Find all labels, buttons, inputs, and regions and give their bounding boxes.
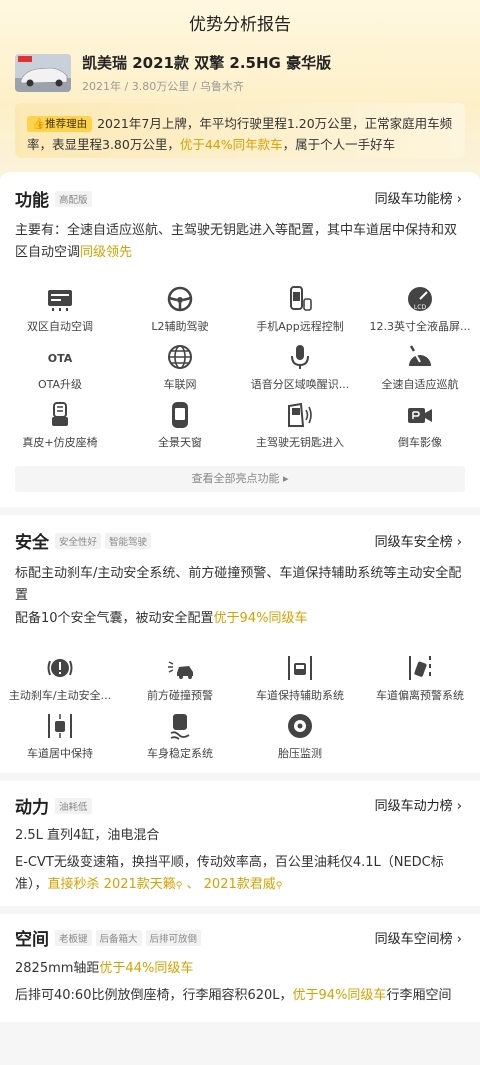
space-trunk: 后排可40:60比例放倒座椅，行李厢容积620L，优于94%同级车行李厢空间 [15, 988, 452, 1003]
feature-item[interactable]: L2辅助驾驶 [120, 284, 240, 334]
brake-icon [47, 659, 73, 677]
car-mileage: 3.80万公里 [131, 80, 190, 93]
safety-title: 安全 安全性好 智能驾驶 [15, 528, 152, 553]
car-meta: 2021年 / 3.80万公里 / 乌鲁木齐 [82, 80, 244, 93]
chevron-right-icon: › [456, 192, 462, 207]
function-tag: 高配版 [55, 191, 92, 207]
space-title: 空间 老板键 后备箱大 后排可放倒 [15, 925, 202, 950]
ota-icon: OTA [48, 352, 73, 365]
safety-item[interactable]: 胎压监测 [240, 711, 360, 761]
climate-icon [48, 290, 72, 311]
power-card: 动力 油耗低 同级车动力榜 › 2.5L 直列4缸，油电混合 E-CVT无级变速箱… [0, 781, 480, 906]
function-title: 功能 高配版 [15, 186, 92, 211]
function-rank-link[interactable]: 同级车功能榜 › [375, 188, 462, 207]
stability-icon [170, 714, 190, 740]
feature-item[interactable]: OTA OTA升级 [0, 342, 120, 392]
power-rank-link[interactable]: 同级车动力榜 › [375, 795, 462, 814]
phone-car-icon [290, 286, 312, 311]
sunroof-icon [172, 402, 188, 428]
feature-item[interactable]: 倒车影像 [360, 400, 480, 450]
collision-icon [168, 661, 193, 679]
microphone-icon [291, 345, 309, 369]
chevron-right-icon: › [456, 932, 462, 947]
feature-item[interactable]: LCD 12.3英寸全液晶屏... [360, 284, 480, 334]
feature-item[interactable]: 主驾驶无钥匙进入 [240, 400, 360, 450]
safety-rank-link[interactable]: 同级车安全榜 › [375, 531, 462, 550]
compare-car-link[interactable]: 2021款天籁⚲ [104, 877, 183, 892]
recommendation-highlight: 优于44%同年款车 [179, 137, 283, 152]
feature-item[interactable]: 双区自动空调 [0, 284, 120, 334]
recommendation-box: 👍推荐理由 2021年7月上牌，年平均行驶里程1.20万公里，正常家庭用车频率，表… [15, 103, 465, 158]
view-all-features-button[interactable]: 查看全部亮点功能 ▸ [15, 466, 465, 492]
chevron-right-icon: › [456, 799, 462, 814]
svg-text:OTA: OTA [48, 352, 73, 365]
svg-text:LCD: LCD [414, 304, 427, 311]
camera-icon [408, 408, 432, 423]
feature-item[interactable]: 语音分区域唤醒识... [240, 342, 360, 392]
page-title: 优势分析报告 [189, 15, 291, 35]
feature-item[interactable]: 全景天窗 [120, 400, 240, 450]
seat-icon [52, 402, 68, 426]
power-engine: 2.5L 直列4缸，油电混合 [15, 828, 160, 843]
safety-item[interactable]: 车身稳定系统 [120, 711, 240, 761]
lane-keep-icon [288, 656, 312, 680]
space-wheelbase: 2825mm轴距优于44%同级车 [15, 961, 194, 976]
lane-departure-icon [409, 656, 431, 680]
car-city: 乌鲁木齐 [199, 80, 244, 93]
search-icon: ⚲ [275, 881, 283, 891]
recommendation-badge: 👍推荐理由 [27, 116, 93, 132]
chevron-right-icon: › [456, 535, 462, 550]
safety-item[interactable]: 车道保持辅助系统 [240, 653, 360, 703]
function-card: 功能 高配版 同级车功能榜 › 主要有：全速自适应巡航、主驾驶无钥匙进入等配置，其… [0, 172, 480, 507]
car-year: 2021年 [82, 80, 121, 93]
lcd-gauge-icon: LCD [408, 287, 432, 311]
lane-center-icon [48, 714, 72, 738]
globe-icon [168, 345, 192, 369]
function-description: 主要有：全速自适应巡航、主驾驶无钥匙进入等配置，其中车道居中保持和双区自动空调同… [15, 223, 458, 260]
safety-description: 标配主动刹车/主动安全系统、前方碰撞预警、车道保持辅助系统等主动安全配置 [15, 566, 462, 603]
power-description: E-CVT无级变速箱，换挡平顺，传动效率高，百公里油耗仅4.1L（NEDC标准）… [15, 855, 444, 892]
tire-icon [288, 714, 312, 738]
safety-item[interactable]: 车道偏离预警系统 [360, 653, 480, 703]
car-name: 凯美瑞 2021款 双擎 2.5HG 豪华版 [82, 54, 332, 72]
space-card: 空间 老板键 后备箱大 后排可放倒 同级车空间榜 › 2825mm轴距优于44%同级车… [0, 914, 480, 1022]
safety-item[interactable]: 车道居中保持 [0, 711, 120, 761]
cruise-icon [409, 345, 431, 366]
feature-item[interactable]: 真皮+仿皮座椅 [0, 400, 120, 450]
feature-item[interactable]: 车联网 [120, 342, 240, 392]
compare-car-link[interactable]: 2021款君威⚲ [204, 877, 283, 892]
car-thumbnail [15, 54, 71, 92]
feature-item[interactable]: 手机App远程控制 [240, 284, 360, 334]
safety-item[interactable]: 主动刹车/主动安全... [0, 653, 120, 703]
space-rank-link[interactable]: 同级车空间榜 › [375, 928, 462, 947]
safety-airbags: 配备10个安全气囊，被动安全配置优于94%同级车 [15, 611, 308, 626]
safety-item[interactable]: 前方碰撞预警 [120, 653, 240, 703]
power-title: 动力 油耗低 [15, 793, 92, 818]
keyless-door-icon [288, 402, 312, 427]
feature-item[interactable]: 全速自适应巡航 [360, 342, 480, 392]
recommendation-text-b: ，属于个人一手好车 [282, 137, 396, 152]
steering-wheel-icon [167, 286, 193, 312]
